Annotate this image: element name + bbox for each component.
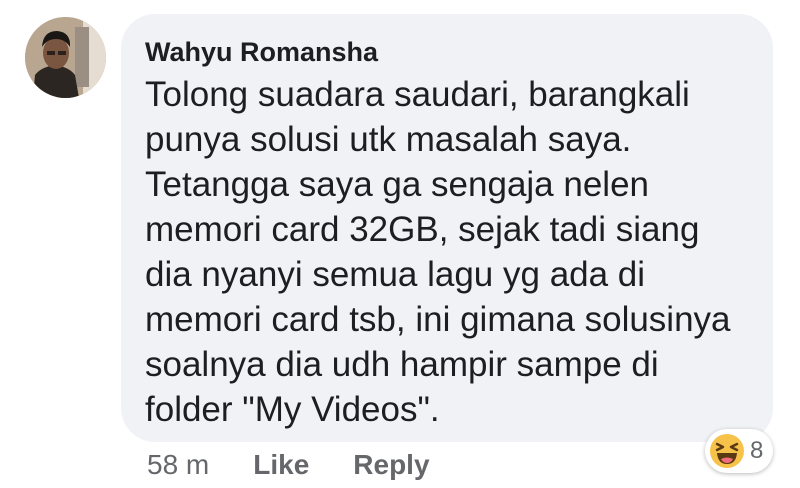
comment-line: Tolong suadara saudari, barangkali [145, 75, 690, 114]
profile-photo [25, 17, 106, 98]
reply-button[interactable]: Reply [353, 449, 429, 481]
like-button[interactable]: Like [253, 449, 309, 481]
comment-line: Tetangga saya ga sengaja nelen [145, 165, 650, 204]
comment-text: Tolong suadara saudari, barangkali punya… [145, 72, 749, 432]
comment-bubble: Wahyu Romansha Tolong suadara saudari, b… [121, 14, 773, 442]
reaction-summary[interactable]: 8 [705, 429, 773, 473]
comment-line: soalnya dia udh hampir sampe di [145, 345, 659, 384]
comment-line: punya solusi utk masalah saya. [145, 120, 632, 159]
avatar[interactable] [25, 17, 106, 98]
comment-line: memori card tsb, ini gimana solusinya [145, 300, 731, 339]
comment-timestamp[interactable]: 58 m [147, 449, 209, 481]
author-name[interactable]: Wahyu Romansha [145, 36, 749, 68]
comment-actions: 58 m Like Reply [147, 447, 430, 483]
reaction-count: 8 [750, 437, 764, 464]
haha-emoji-icon [710, 434, 744, 468]
comment-line: memori card 32GB, sejak tadi siang [145, 210, 700, 249]
comment-line: folder "My Videos". [145, 390, 440, 429]
comment-line: dia nyanyi semua lagu yg ada di [145, 255, 646, 294]
